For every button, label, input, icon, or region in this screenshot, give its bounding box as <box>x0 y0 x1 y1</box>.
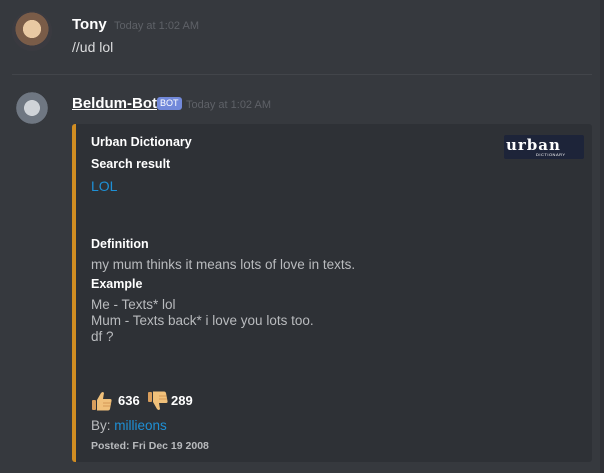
bot-badge: BOT <box>157 97 182 110</box>
message-content: //ud lol <box>72 39 114 55</box>
urban-dictionary-logo[interactable]: urban DICTIONARY <box>504 135 584 159</box>
message-timestamp: Today at 1:02 AM <box>114 20 199 32</box>
thumbs-down-icon <box>148 391 168 410</box>
author-link[interactable]: millieons <box>114 418 167 433</box>
example-line: df ? <box>91 329 114 344</box>
username-tony[interactable]: Tony <box>72 16 107 33</box>
thumbs-down-count: 289 <box>171 393 193 408</box>
author-line: By: millieons <box>91 418 167 433</box>
username-beldum-bot[interactable]: Beldum-Bot <box>72 95 157 112</box>
example-field-name: Example <box>91 277 143 291</box>
logo-subtext: DICTIONARY <box>536 152 566 157</box>
embed-link[interactable]: LOL <box>91 178 117 194</box>
scrollbar[interactable] <box>600 0 604 473</box>
example-line: Me - Texts* lol <box>91 297 176 312</box>
example-line: Mum - Texts back* i love you lots too. <box>91 313 314 328</box>
definition-field-value: my mum thinks it means lots of love in t… <box>91 257 356 272</box>
message-timestamp: Today at 1:02 AM <box>186 99 271 111</box>
definition-field-name: Definition <box>91 237 149 251</box>
urban-dictionary-embed: Urban Dictionary Search result LOL urban… <box>72 124 592 462</box>
embed-author: Urban Dictionary <box>91 135 192 149</box>
example-field-value: Me - Texts* lol Mum - Texts back* i love… <box>91 297 314 345</box>
avatar-tony[interactable] <box>12 11 52 51</box>
embed-title: Search result <box>91 157 171 171</box>
embed-footer: Posted: Fri Dec 19 2008 <box>91 440 209 452</box>
thumbs-up-icon <box>92 392 112 411</box>
thumbs-up-count: 636 <box>118 393 140 408</box>
by-label: By: <box>91 418 111 433</box>
message-divider <box>12 74 592 75</box>
avatar-beldum-bot[interactable] <box>12 92 52 132</box>
